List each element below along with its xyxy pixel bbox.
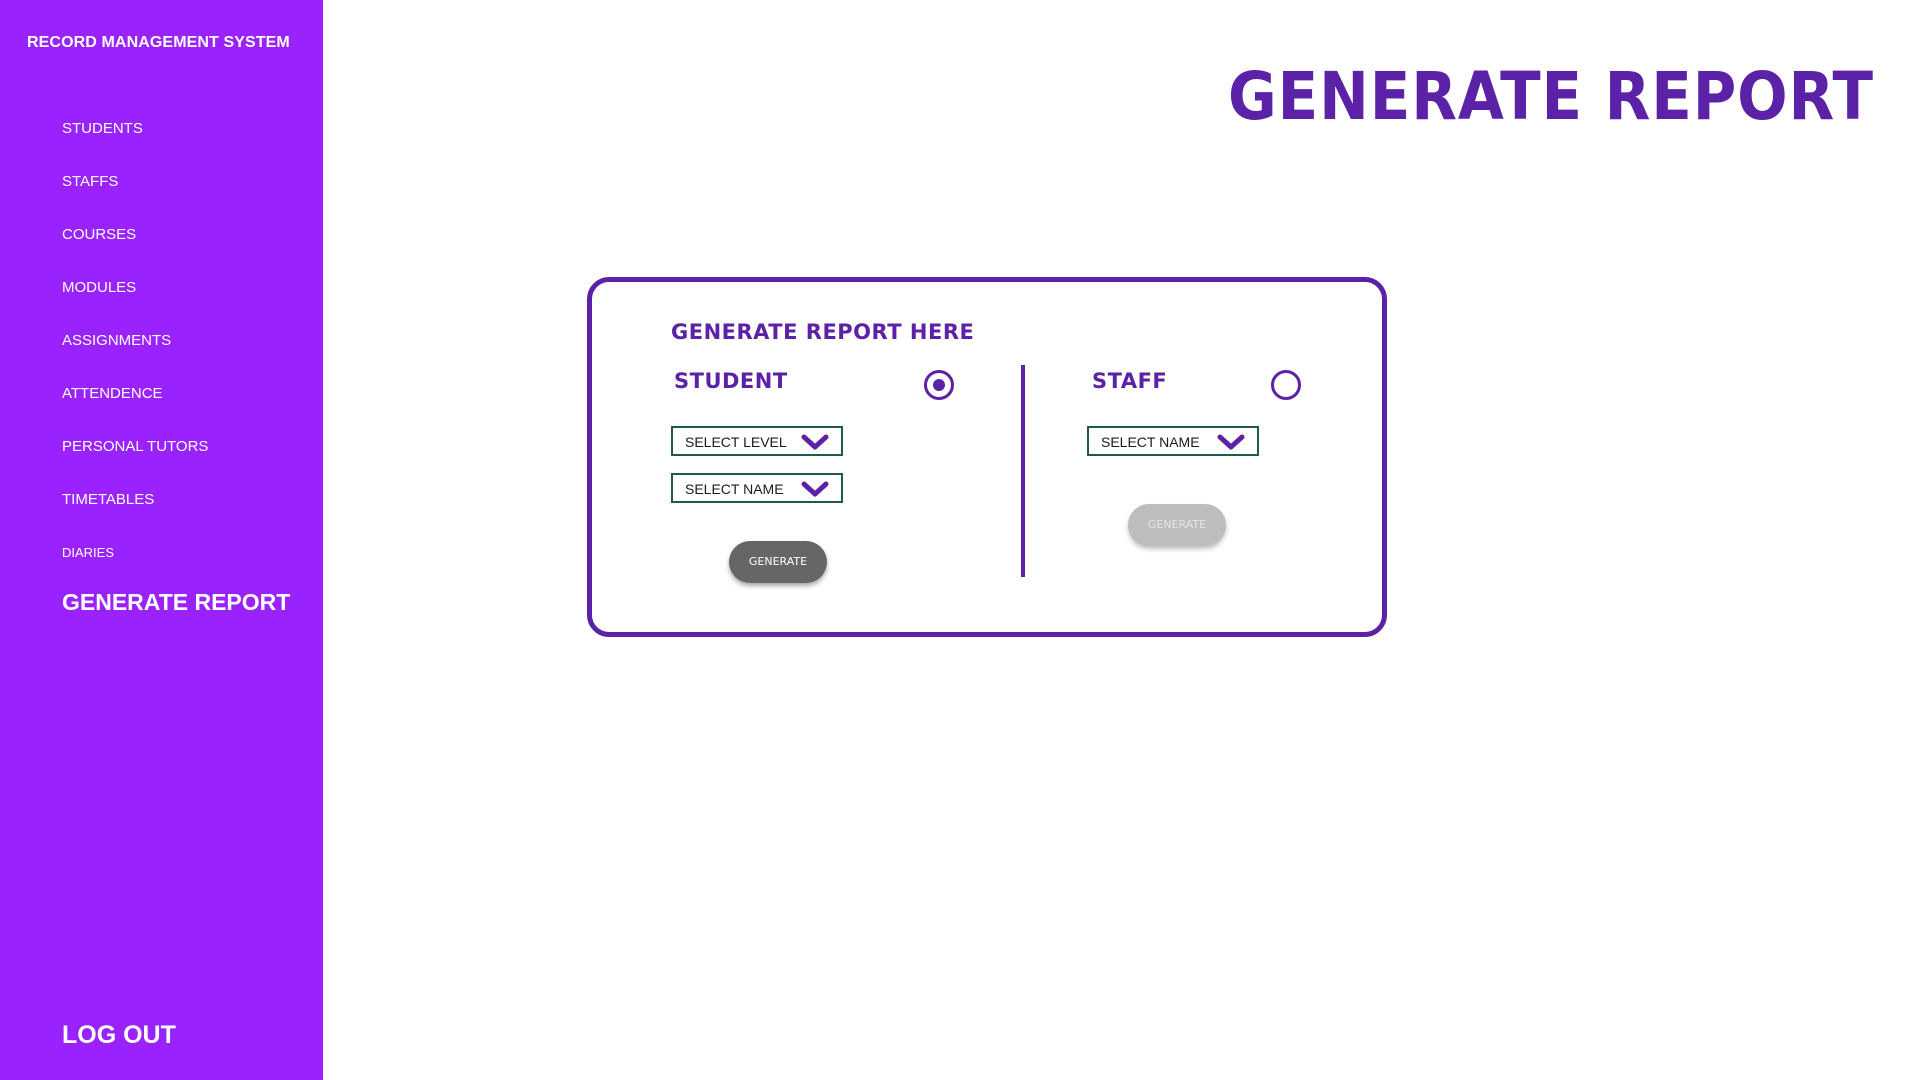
sidebar-item-attendence[interactable]: ATTENDENCE xyxy=(62,385,163,402)
staff-select-name-dropdown[interactable]: SELECT NAME xyxy=(1087,426,1259,456)
sidebar-item-generate-report[interactable]: GENERATE REPORT xyxy=(62,589,290,616)
radio-selected-dot xyxy=(933,379,945,391)
sidebar-item-students[interactable]: STUDENTS xyxy=(62,120,143,137)
sidebar-item-personal-tutors[interactable]: PERSONAL TUTORS xyxy=(62,438,208,455)
sidebar-item-timetables[interactable]: TIMETABLES xyxy=(62,491,154,508)
student-select-name-dropdown[interactable]: SELECT NAME xyxy=(671,473,843,503)
section-divider xyxy=(1021,365,1025,577)
student-generate-button[interactable]: GENERATE xyxy=(729,541,827,583)
sidebar: RECORD MANAGEMENT SYSTEM STUDENTS STAFFS… xyxy=(0,0,323,1080)
student-label: STUDENT xyxy=(674,369,788,393)
student-radio[interactable] xyxy=(924,370,954,400)
staff-generate-button[interactable]: GENERATE xyxy=(1128,504,1226,546)
logout-button[interactable]: LOG OUT xyxy=(62,1021,176,1050)
sidebar-item-diaries[interactable]: DIARIES xyxy=(62,545,114,560)
staff-radio[interactable] xyxy=(1271,370,1301,400)
sidebar-item-modules[interactable]: MODULES xyxy=(62,279,136,296)
staff-label: STAFF xyxy=(1092,369,1168,393)
app-title: RECORD MANAGEMENT SYSTEM xyxy=(27,34,290,51)
sidebar-item-staffs[interactable]: STAFFS xyxy=(62,173,118,190)
select-name-label: SELECT NAME xyxy=(685,481,784,497)
chevron-down-icon xyxy=(1217,434,1245,455)
chevron-down-icon xyxy=(801,434,829,455)
chevron-down-icon xyxy=(801,481,829,502)
select-level-dropdown[interactable]: SELECT LEVEL xyxy=(671,426,843,456)
select-level-label: SELECT LEVEL xyxy=(685,434,787,450)
page-title: GENERATE REPORT xyxy=(1228,58,1874,135)
select-name-label: SELECT NAME xyxy=(1101,434,1200,450)
sidebar-item-courses[interactable]: COURSES xyxy=(62,226,136,243)
card-heading: GENERATE REPORT HERE xyxy=(671,320,975,344)
sidebar-item-assignments[interactable]: ASSIGNMENTS xyxy=(62,332,171,349)
